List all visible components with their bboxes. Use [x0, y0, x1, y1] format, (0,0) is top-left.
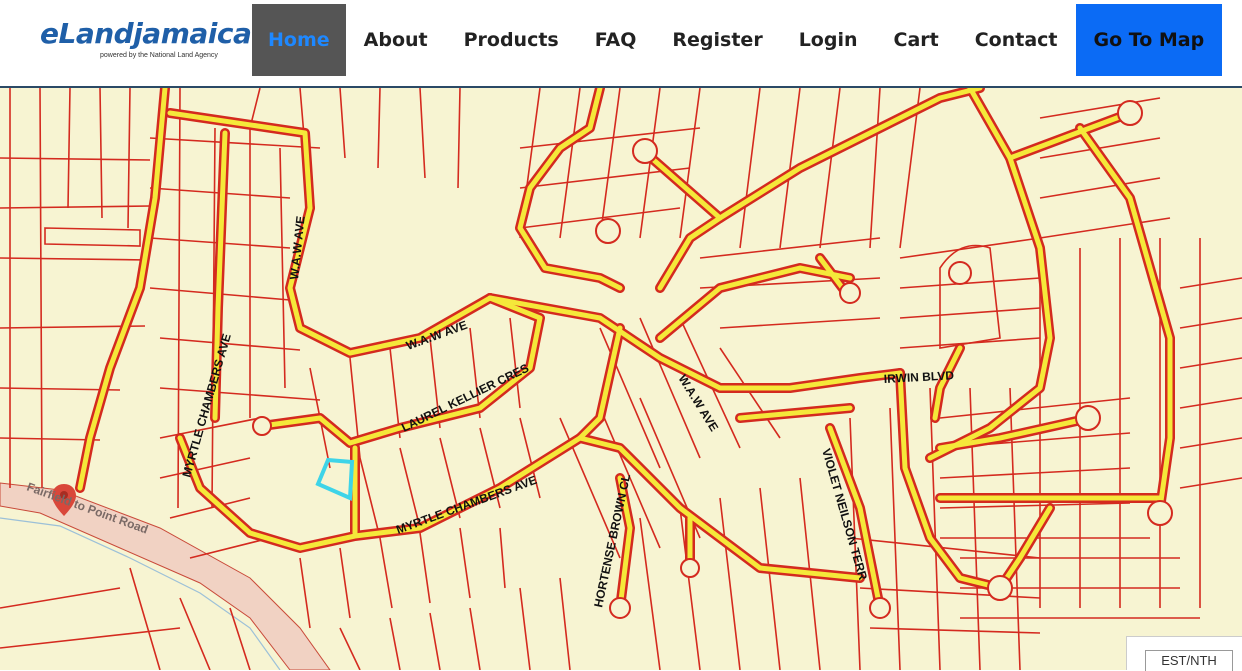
- parcel-map-canvas[interactable]: W.A.W AVE W.A.W AVE MYRTLE CHAMBERS AVE …: [0, 88, 1242, 670]
- nav-register[interactable]: Register: [654, 4, 780, 76]
- nav-login[interactable]: Login: [781, 4, 876, 76]
- site-header: eLandjamaica powered by the National Lan…: [0, 0, 1242, 88]
- nav-products[interactable]: Products: [446, 4, 577, 76]
- coordinate-panel: EST/NTH: [1126, 636, 1242, 671]
- main-nav: Home About Products FAQ Register Login C…: [252, 4, 1223, 76]
- nav-contact[interactable]: Contact: [957, 4, 1076, 76]
- logo-wordmark: eLandjamaica: [40, 17, 252, 50]
- nav-cart[interactable]: Cart: [876, 4, 957, 76]
- go-to-map-button[interactable]: Go To Map: [1075, 4, 1223, 76]
- site-logo[interactable]: eLandjamaica powered by the National Lan…: [40, 17, 252, 60]
- coordinate-toggle-button[interactable]: EST/NTH: [1145, 650, 1233, 671]
- nav-about[interactable]: About: [346, 4, 446, 76]
- logo-tagline: powered by the National Land Agency: [100, 52, 218, 59]
- parcel-map[interactable]: W.A.W AVE W.A.W AVE MYRTLE CHAMBERS AVE …: [0, 88, 1242, 670]
- nav-faq[interactable]: FAQ: [577, 4, 655, 76]
- nav-home[interactable]: Home: [252, 4, 346, 76]
